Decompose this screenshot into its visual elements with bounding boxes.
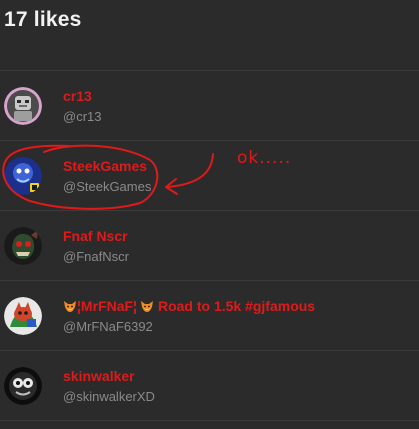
- likes-panel: 17 likes cr13 @cr13 SteekGames @SteekGam…: [0, 0, 419, 429]
- user-name-suffix: Road to 1.5k #gjfamous: [157, 298, 316, 314]
- user-name[interactable]: skinwalker: [63, 368, 135, 384]
- user-handle[interactable]: @skinwalkerXD: [63, 389, 155, 404]
- user-handle[interactable]: @MrFNaF6392: [63, 319, 153, 334]
- dark-creature-avatar-icon[interactable]: [4, 367, 42, 405]
- likes-count-title: 17 likes: [4, 8, 82, 31]
- user-name-prefix: ¦MrFNaF¦: [77, 298, 137, 314]
- animatronic-avatar-icon[interactable]: [4, 227, 42, 265]
- user-handle[interactable]: @SteekGames: [63, 179, 151, 194]
- user-handle[interactable]: @cr13: [63, 109, 102, 124]
- user-row-cr13[interactable]: cr13 @cr13: [0, 71, 419, 141]
- annotation-text: ok.....: [237, 148, 292, 168]
- user-row-fnafnscr[interactable]: Fnaf Nscr @FnafNscr: [0, 211, 419, 281]
- fox-emoji-icon: [140, 301, 153, 312]
- fox-emoji-icon: [64, 301, 76, 312]
- user-row-steekgames[interactable]: SteekGames @SteekGames: [0, 141, 419, 211]
- user-name[interactable]: Fnaf Nscr: [63, 228, 128, 244]
- fox-character-avatar-icon[interactable]: [4, 297, 42, 335]
- user-name[interactable]: SteekGames: [63, 158, 147, 174]
- user-name[interactable]: cr13: [63, 88, 92, 104]
- user-name[interactable]: ¦MrFNaF¦ Road to 1.5k #gjfamous: [63, 298, 315, 314]
- user-handle[interactable]: @FnafNscr: [63, 249, 129, 264]
- blue-character-avatar-icon[interactable]: [4, 157, 42, 195]
- divider: [0, 420, 419, 421]
- user-row-skinwalker[interactable]: skinwalker @skinwalkerXD: [0, 351, 419, 421]
- robot-avatar-icon[interactable]: [4, 87, 42, 125]
- user-row-mrfnaf[interactable]: ¦MrFNaF¦ Road to 1.5k #gjfamous @MrFNaF6…: [0, 281, 419, 351]
